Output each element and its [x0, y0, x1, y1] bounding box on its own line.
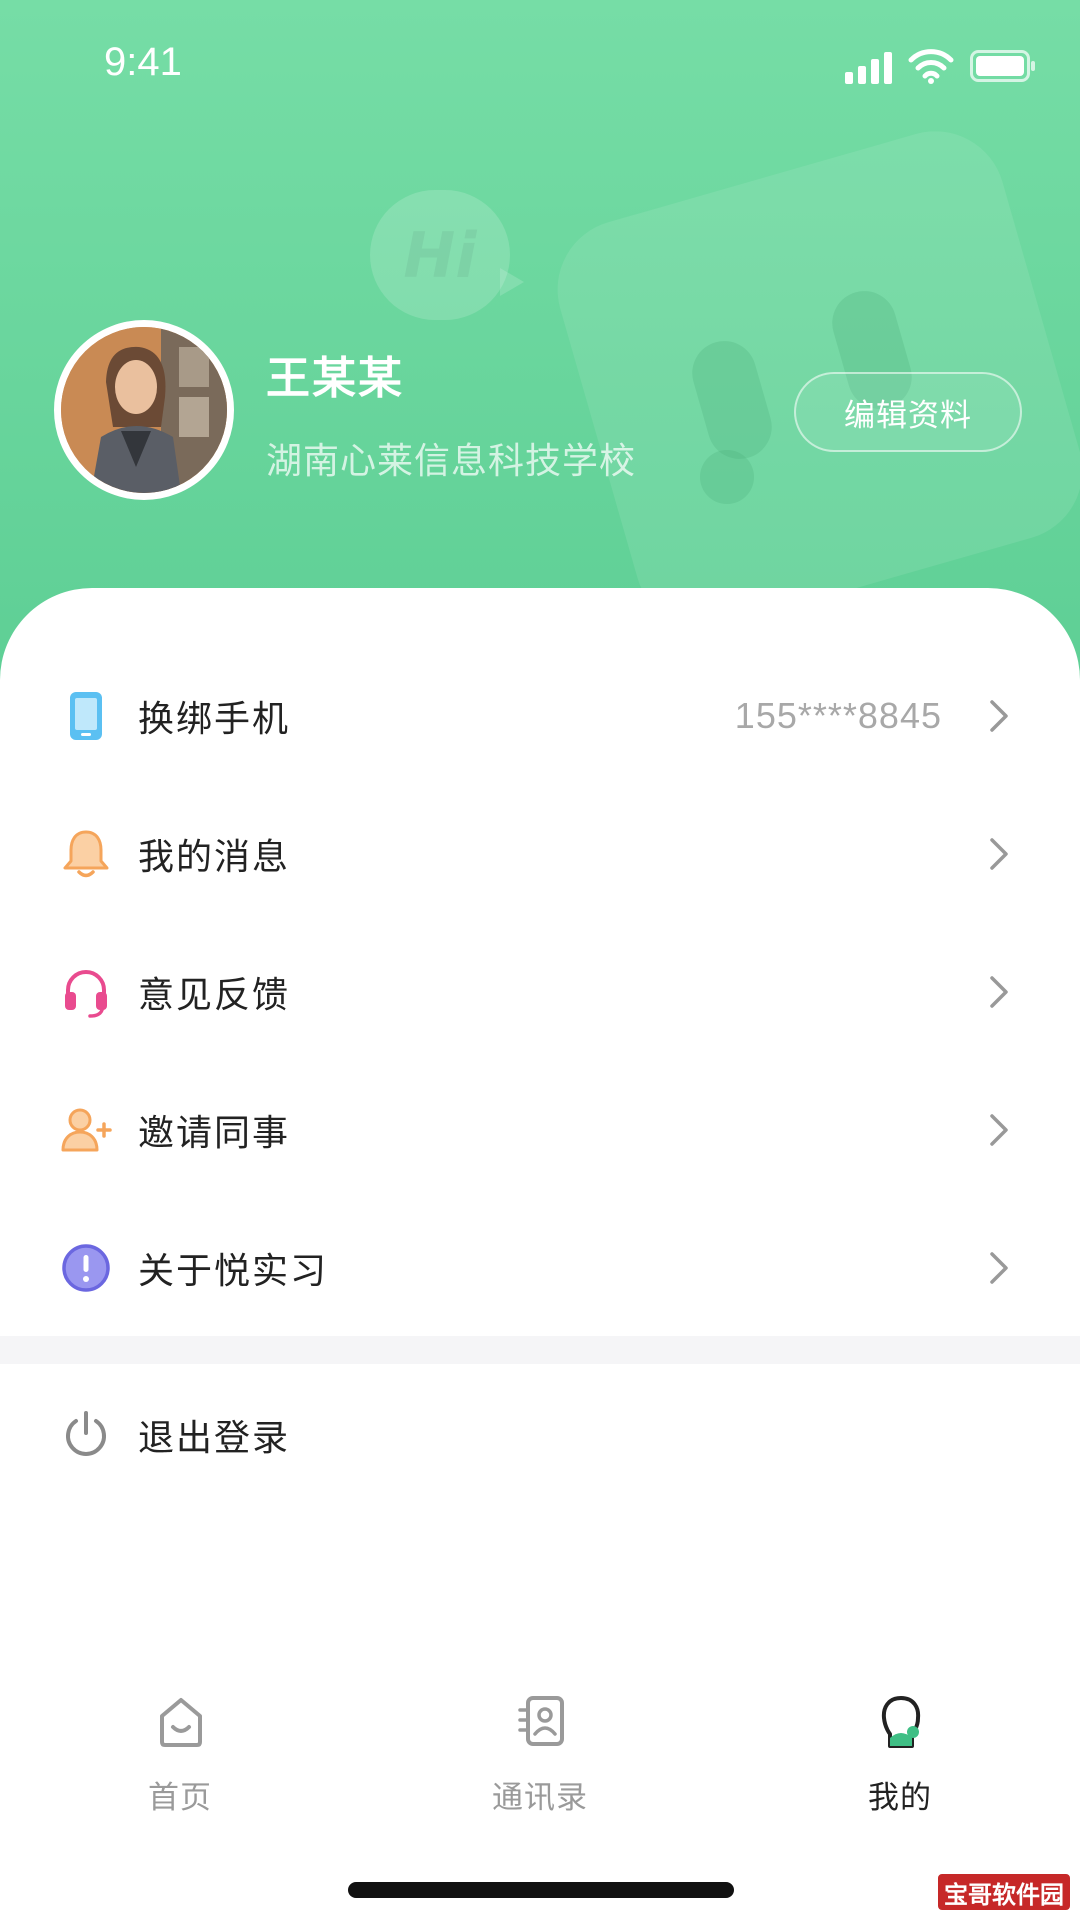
phone-icon [70, 692, 102, 740]
chevron-right-icon [990, 700, 1008, 732]
home-icon [160, 1698, 202, 1747]
menu-item-invite-colleague[interactable]: 邀请同事 [0, 1061, 1080, 1199]
menu-item-label: 意见反馈 [138, 975, 291, 1016]
menu-item-label: 换绑手机 [138, 699, 291, 740]
menu-item-feedback[interactable]: 意见反馈 [0, 923, 1080, 1061]
power-icon [66, 1411, 106, 1456]
decorative-shape [700, 450, 754, 504]
phone-number-value: 155****8845 [734, 695, 942, 736]
signal-icon [845, 52, 892, 84]
profile-icon [881, 1696, 921, 1748]
chevron-right-icon [990, 838, 1008, 870]
chevron-right-icon [990, 976, 1008, 1008]
menu-item-label: 关于悦实习 [138, 1251, 329, 1292]
tab-mine[interactable]: 我的 [790, 1680, 1010, 1830]
avatar-photo [61, 327, 227, 493]
menu-item-label: 邀请同事 [138, 1113, 291, 1154]
tab-contacts[interactable]: 通讯录 [430, 1680, 650, 1830]
chevron-right-icon [990, 1252, 1008, 1284]
tab-label: 首页 [148, 1780, 212, 1816]
section-divider [0, 1336, 1080, 1364]
menu-item-label: 我的消息 [138, 837, 291, 878]
wifi-icon [908, 49, 954, 84]
logout-label: 退出登录 [138, 1418, 291, 1459]
home-indicator[interactable] [348, 1882, 734, 1898]
user-name: 王某某 [266, 353, 404, 404]
add-user-icon [61, 1108, 112, 1152]
avatar[interactable] [54, 320, 234, 500]
tab-bar: 首页 通讯录 我的 [0, 1680, 1080, 1830]
tab-home[interactable]: 首页 [70, 1680, 290, 1830]
headset-icon [65, 970, 107, 1018]
chevron-right-icon [990, 1114, 1008, 1146]
contacts-icon [518, 1696, 564, 1746]
hi-bubble-decoration: Hi [370, 190, 524, 320]
tab-label: 我的 [868, 1780, 932, 1816]
status-time: 9:41 [104, 40, 182, 84]
logout-button[interactable]: 退出登录 [0, 1366, 1080, 1504]
user-school: 湖南心莱信息科技学校 [266, 441, 637, 482]
menu-item-my-messages[interactable]: 我的消息 [0, 785, 1080, 923]
menu-item-change-phone[interactable]: 换绑手机 155****8845 [0, 647, 1080, 785]
edit-profile-button[interactable]: 编辑资料 [794, 372, 1022, 452]
status-bar: 9:41 [0, 0, 1080, 130]
bell-icon [63, 830, 109, 878]
watermark: 宝哥软件园 [936, 1872, 1072, 1912]
menu-item-about[interactable]: 关于悦实习 [0, 1199, 1080, 1337]
battery-icon [970, 50, 1035, 82]
tab-label: 通讯录 [492, 1780, 588, 1816]
info-icon [62, 1244, 110, 1292]
